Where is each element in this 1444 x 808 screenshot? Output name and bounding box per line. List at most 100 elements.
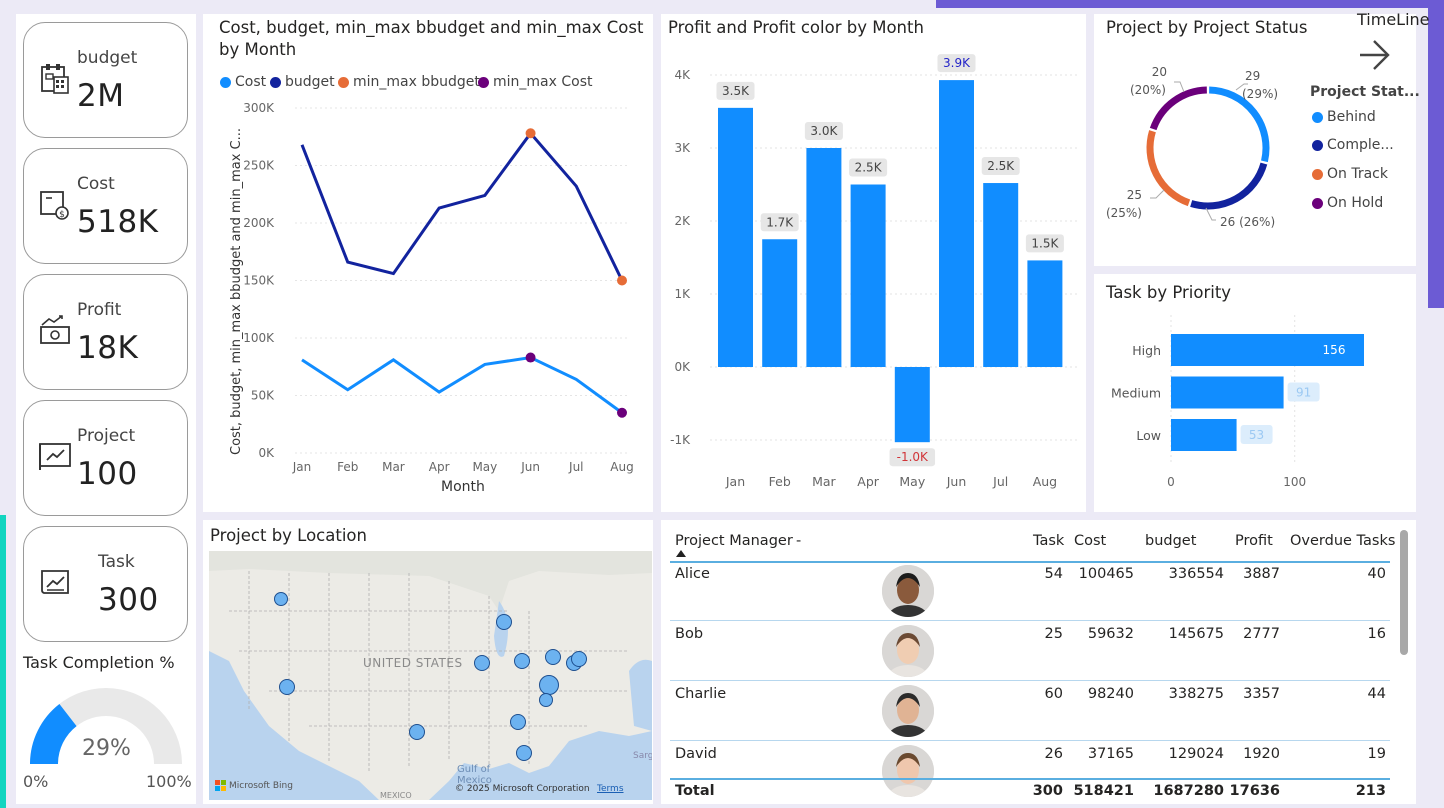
x-tick-label: 0 (1167, 475, 1175, 489)
leader-line (1174, 81, 1185, 93)
col-header-profit[interactable]: Profit (1235, 533, 1273, 549)
donut-label-onhold-pct: (20%) (1130, 83, 1166, 97)
total-task: 300 (1032, 783, 1063, 799)
map-location-marker[interactable] (496, 614, 512, 630)
map-location-marker[interactable] (516, 745, 532, 761)
donut-chart[interactable]: 29 (29%) 26 (26%) 25 (25%) 20 (20%) (1100, 60, 1310, 240)
x-tick-label: Mar (812, 474, 836, 489)
side-accent-bar (1428, 8, 1444, 308)
bar-chart-plot[interactable]: 4K 3K 2K 1K 0K -1K 3.5K Jan 1.7K Feb 3.0K Mar 2.5K Ap… (665, 45, 1085, 500)
row-divider (670, 740, 1390, 741)
series-line-budget[interactable] (300, 130, 624, 282)
y-tick-label: 200K (243, 216, 275, 230)
profit-bar[interactable] (806, 148, 842, 367)
x-tick-label: Apr (429, 460, 450, 474)
map-terms-link[interactable]: Terms (597, 784, 624, 794)
map-location-marker[interactable] (474, 655, 490, 671)
map-location-marker[interactable] (409, 724, 425, 740)
legend-label: On Track (1327, 166, 1388, 182)
profit-cell: 1920 (1243, 746, 1280, 762)
y-tick-label: 150K (243, 274, 275, 288)
marker-min_max-cost[interactable] (617, 407, 627, 418)
legend-label: min_max Cost (493, 74, 593, 90)
x-tick-label: Jun (520, 460, 540, 474)
map-location-marker[interactable] (274, 592, 288, 606)
line-chart-title: Cost, budget, min_max bbudget and min_ma… (219, 18, 644, 59)
kpi-card-task[interactable]: Task 300 (23, 526, 188, 642)
legend-minmax-cost[interactable]: min_max Cost (478, 74, 592, 90)
profit-bar[interactable] (850, 184, 886, 368)
marker-min_max-bbudget[interactable] (617, 275, 627, 286)
table-scrollbar[interactable] (1400, 530, 1408, 655)
profit-bar[interactable] (718, 107, 753, 367)
col-header-budget[interactable]: budget (1145, 533, 1196, 549)
map-location-marker[interactable] (514, 653, 530, 669)
map-location-marker[interactable] (510, 714, 526, 730)
manager-cell: David (675, 746, 717, 762)
timeline-label[interactable]: TimeLine (1357, 10, 1430, 29)
x-tick-label: Aug (610, 460, 633, 474)
priority-bar[interactable] (1171, 419, 1237, 451)
line-chart-plot[interactable]: 300K 250K 200K 150K 100K 50K 0K Jan Feb Mar Apr May… (240, 95, 645, 480)
col-header-task[interactable]: Task (1033, 533, 1064, 549)
priority-chart[interactable]: High 156 Medium 91 Low 53 0 100 (1100, 310, 1410, 495)
donut-title: Project by Project Status (1106, 18, 1308, 37)
overdue-cell: 40 (1367, 566, 1386, 582)
x-tick-label: Feb (769, 474, 791, 489)
kpi-card-budget[interactable]: budget 2M (23, 22, 188, 138)
task-cell: 60 (1044, 686, 1063, 702)
profit-bar[interactable] (939, 80, 974, 368)
data-label: -1.0K (897, 450, 929, 464)
marker-min_max-bbudget[interactable] (525, 128, 536, 139)
table-row[interactable] (670, 684, 1390, 744)
map-location-marker[interactable] (571, 651, 587, 667)
cost-cell: 100465 (1078, 566, 1134, 582)
col-header-cost[interactable]: Cost (1074, 533, 1106, 549)
map-location-marker[interactable] (279, 679, 295, 695)
avatar (882, 745, 934, 797)
cost-cell: 59632 (1087, 626, 1134, 642)
donut-legend-completed[interactable]: Comple... (1312, 137, 1394, 153)
y-tick-label: 1K (674, 287, 691, 301)
gauge-min: 0% (23, 772, 49, 791)
sort-ascending-icon[interactable] (676, 550, 686, 557)
gauge-max: 100% (146, 772, 192, 791)
map-location-marker[interactable] (545, 649, 561, 665)
col-header-manager[interactable]: Project Manager (675, 533, 793, 549)
kpi-card-project[interactable]: Project 100 (23, 400, 188, 516)
donut-legend-ontrack[interactable]: On Track (1312, 166, 1388, 182)
kpi-card-cost[interactable]: $ Cost 518K (23, 148, 188, 264)
overdue-cell: 19 (1367, 746, 1386, 762)
series-line-cost[interactable] (301, 355, 623, 414)
avatar (882, 685, 934, 737)
table-row[interactable] (670, 744, 1390, 804)
donut-legend-onhold[interactable]: On Hold (1312, 195, 1383, 211)
y-tick-label: 250K (243, 159, 275, 173)
us-map[interactable]: UNITED STATES Gulf of Mexico MEXICO Sarg… (209, 551, 652, 800)
profit-bar[interactable] (1027, 260, 1063, 367)
donut-slice-on-track[interactable] (1146, 130, 1191, 207)
profit-bar[interactable] (894, 367, 930, 443)
col-header-overdue[interactable]: Overdue Tasks (1290, 533, 1395, 549)
map-copyright: © 2025 Microsoft Corporation (455, 784, 590, 794)
donut-legend-behind[interactable]: Behind (1312, 109, 1376, 125)
donut-slice-completed[interactable] (1190, 162, 1268, 210)
arrow-right-icon[interactable] (1358, 38, 1392, 72)
profit-bar[interactable] (983, 183, 1019, 367)
map-location-marker[interactable] (539, 693, 553, 707)
col-header-sort[interactable]: - (796, 533, 801, 549)
legend-label: Cost (235, 74, 267, 90)
legend-cost[interactable]: Cost (220, 74, 266, 90)
map-location-marker[interactable] (539, 675, 559, 695)
legend-label: On Hold (1327, 195, 1384, 211)
table-row[interactable] (670, 624, 1390, 684)
profit-bar[interactable] (762, 239, 798, 367)
legend-budget[interactable]: budget (270, 74, 335, 90)
legend-minmax-budget[interactable]: min_max bbudget (338, 74, 480, 90)
profit-cell: 3887 (1243, 566, 1280, 582)
kpi-label: Task (98, 552, 135, 572)
kpi-card-profit[interactable]: Profit 18K (23, 274, 188, 390)
table-row[interactable] (670, 564, 1390, 624)
priority-bar[interactable] (1171, 376, 1284, 409)
marker-min_max-cost[interactable] (525, 352, 536, 363)
